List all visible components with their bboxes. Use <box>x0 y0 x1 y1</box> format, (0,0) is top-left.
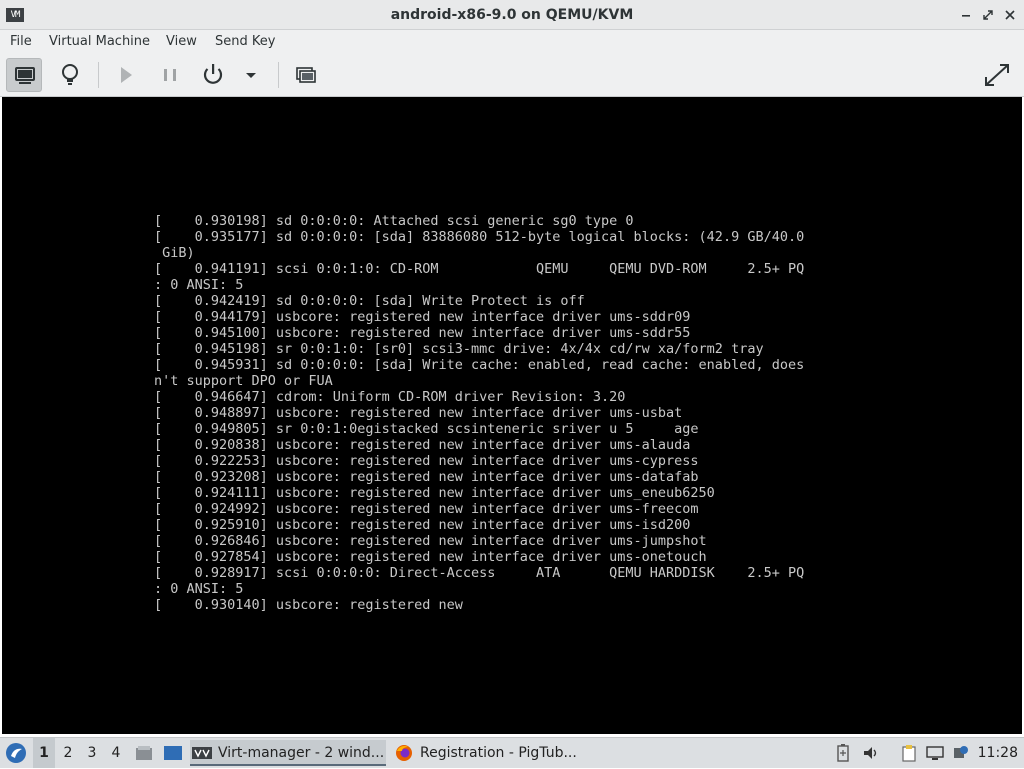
console-line: [ 0.922253] usbcore: registered new inte… <box>154 453 699 469</box>
restore-button[interactable] <box>980 7 996 23</box>
menu-send-key[interactable]: Send Key <box>215 34 275 50</box>
console-line: [ 0.945100] usbcore: registered new inte… <box>154 325 691 341</box>
show-console-button[interactable] <box>6 58 42 92</box>
console-line: [ 0.924111] usbcore: registered new inte… <box>154 485 715 501</box>
virt-manager-icon <box>192 747 212 759</box>
clock[interactable]: 11:28 <box>978 738 1018 768</box>
console-line: [ 0.944179] usbcore: registered new inte… <box>154 309 691 325</box>
task-firefox-registration[interactable]: Registration - PigTub... <box>392 740 590 766</box>
window-title-bar: VM android-x86-9.0 on QEMU/KVM <box>0 0 1024 30</box>
console-line: [ 0.927854] usbcore: registered new inte… <box>154 549 707 565</box>
menu-view[interactable]: View <box>166 34 197 50</box>
play-icon <box>121 67 132 83</box>
close-button[interactable] <box>1002 7 1018 23</box>
console-line: [ 0.948897] usbcore: registered new inte… <box>154 405 683 421</box>
console-line: n't support DPO or FUA <box>154 373 333 389</box>
console-output: [ 0.930198] sd 0:0:0:0: Attached scsi ge… <box>154 213 804 613</box>
console-line: [ 0.930198] sd 0:0:0:0: Attached scsi ge… <box>154 213 634 229</box>
network-tray[interactable] <box>952 744 970 762</box>
menu-file[interactable]: File <box>10 34 32 50</box>
shutdown-menu-button[interactable] <box>234 58 268 92</box>
workspace-2[interactable]: 2 <box>57 738 79 768</box>
network-icon <box>954 746 968 758</box>
task-label: Virt-manager - 2 wind... <box>218 745 385 761</box>
console-line: [ 0.945931] sd 0:0:0:0: [sda] Write cach… <box>154 357 805 373</box>
fullscreen-button[interactable] <box>979 58 1015 92</box>
console-line: [ 0.942419] sd 0:0:0:0: [sda] Write Prot… <box>154 293 585 309</box>
console-line: : 0 ANSI: 5 <box>154 581 244 597</box>
console-line: [ 0.923208] usbcore: registered new inte… <box>154 469 699 485</box>
minimize-icon <box>962 15 970 17</box>
console-line: [ 0.928917] scsi 0:0:0:0: Direct-Access … <box>154 565 805 581</box>
console-monitor-icon <box>15 67 35 84</box>
toolbar-separator <box>98 62 99 88</box>
clipboard-icon <box>902 745 916 762</box>
window-title: android-x86-9.0 on QEMU/KVM <box>390 7 634 23</box>
task-label: Registration - PigTub... <box>420 745 577 761</box>
shutdown-button[interactable] <box>195 58 231 92</box>
desktop-launcher[interactable] <box>162 743 184 763</box>
lightbulb-icon <box>62 64 78 85</box>
workspace-4[interactable]: 4 <box>105 738 127 768</box>
restore-icon <box>983 10 993 20</box>
console-line: [ 0.935177] sd 0:0:0:0: [sda] 83886080 5… <box>154 229 805 245</box>
volume-icon <box>864 747 877 759</box>
console-line: [ 0.945198] sr 0:0:1:0: [sr0] scsi3-mmc … <box>154 341 764 357</box>
display-icon <box>926 746 944 760</box>
dropdown-arrow-icon <box>246 73 256 78</box>
console-line: [ 0.924992] usbcore: registered new inte… <box>154 501 699 517</box>
file-manager-icon <box>136 746 152 760</box>
firefox-icon <box>396 745 412 761</box>
show-desktop-icon <box>164 746 182 760</box>
start-menu-button[interactable] <box>3 741 29 765</box>
console-line: [ 0.926846] usbcore: registered new inte… <box>154 533 707 549</box>
volume-tray[interactable] <box>862 744 880 762</box>
snapshots-icon <box>296 67 316 83</box>
pause-button[interactable] <box>152 58 188 92</box>
console-line: [ 0.930140] usbcore: registered new <box>154 597 463 613</box>
vm-console-display[interactable]: [ 0.930198] sd 0:0:0:0: Attached scsi ge… <box>2 97 1022 734</box>
power-icon <box>203 64 223 84</box>
console-line: [ 0.946647] cdrom: Uniform CD-ROM driver… <box>154 389 626 405</box>
console-line: [ 0.949805] sr 0:0:1:0egistacked scsinte… <box>154 421 699 437</box>
run-button[interactable] <box>108 58 144 92</box>
menu-bar: File Virtual Machine View Send Key <box>0 30 1024 54</box>
task-virt-manager[interactable]: Virt-manager - 2 wind... <box>190 740 386 766</box>
fullscreen-icon <box>985 64 1009 86</box>
console-line: [ 0.941191] scsi 0:0:1:0: CD-ROM QEMU QE… <box>154 261 805 277</box>
workspace-3[interactable]: 3 <box>81 738 103 768</box>
pause-icon <box>164 69 176 81</box>
battery-icon <box>837 744 849 762</box>
start-menu-icon <box>6 743 26 763</box>
snapshots-button[interactable] <box>288 58 324 92</box>
console-line: [ 0.925910] usbcore: registered new inte… <box>154 517 691 533</box>
taskbar: 1 2 3 4 Virt-manager - 2 wind... Registr… <box>0 737 1024 768</box>
close-icon <box>1005 10 1015 20</box>
show-details-button[interactable] <box>52 58 88 92</box>
minimize-button[interactable] <box>958 7 974 23</box>
battery-tray[interactable] <box>834 744 852 762</box>
display-tray[interactable] <box>926 744 944 762</box>
workspace-1[interactable]: 1 <box>33 738 55 768</box>
console-line: [ 0.920838] usbcore: registered new inte… <box>154 437 691 453</box>
file-manager-launcher[interactable] <box>134 743 154 763</box>
console-line: GiB) <box>154 245 195 261</box>
toolbar <box>0 54 1024 97</box>
menu-virtual-machine[interactable]: Virtual Machine <box>49 34 150 50</box>
clipboard-tray[interactable] <box>900 744 918 762</box>
toolbar-separator <box>278 62 279 88</box>
console-line: : 0 ANSI: 5 <box>154 277 244 293</box>
